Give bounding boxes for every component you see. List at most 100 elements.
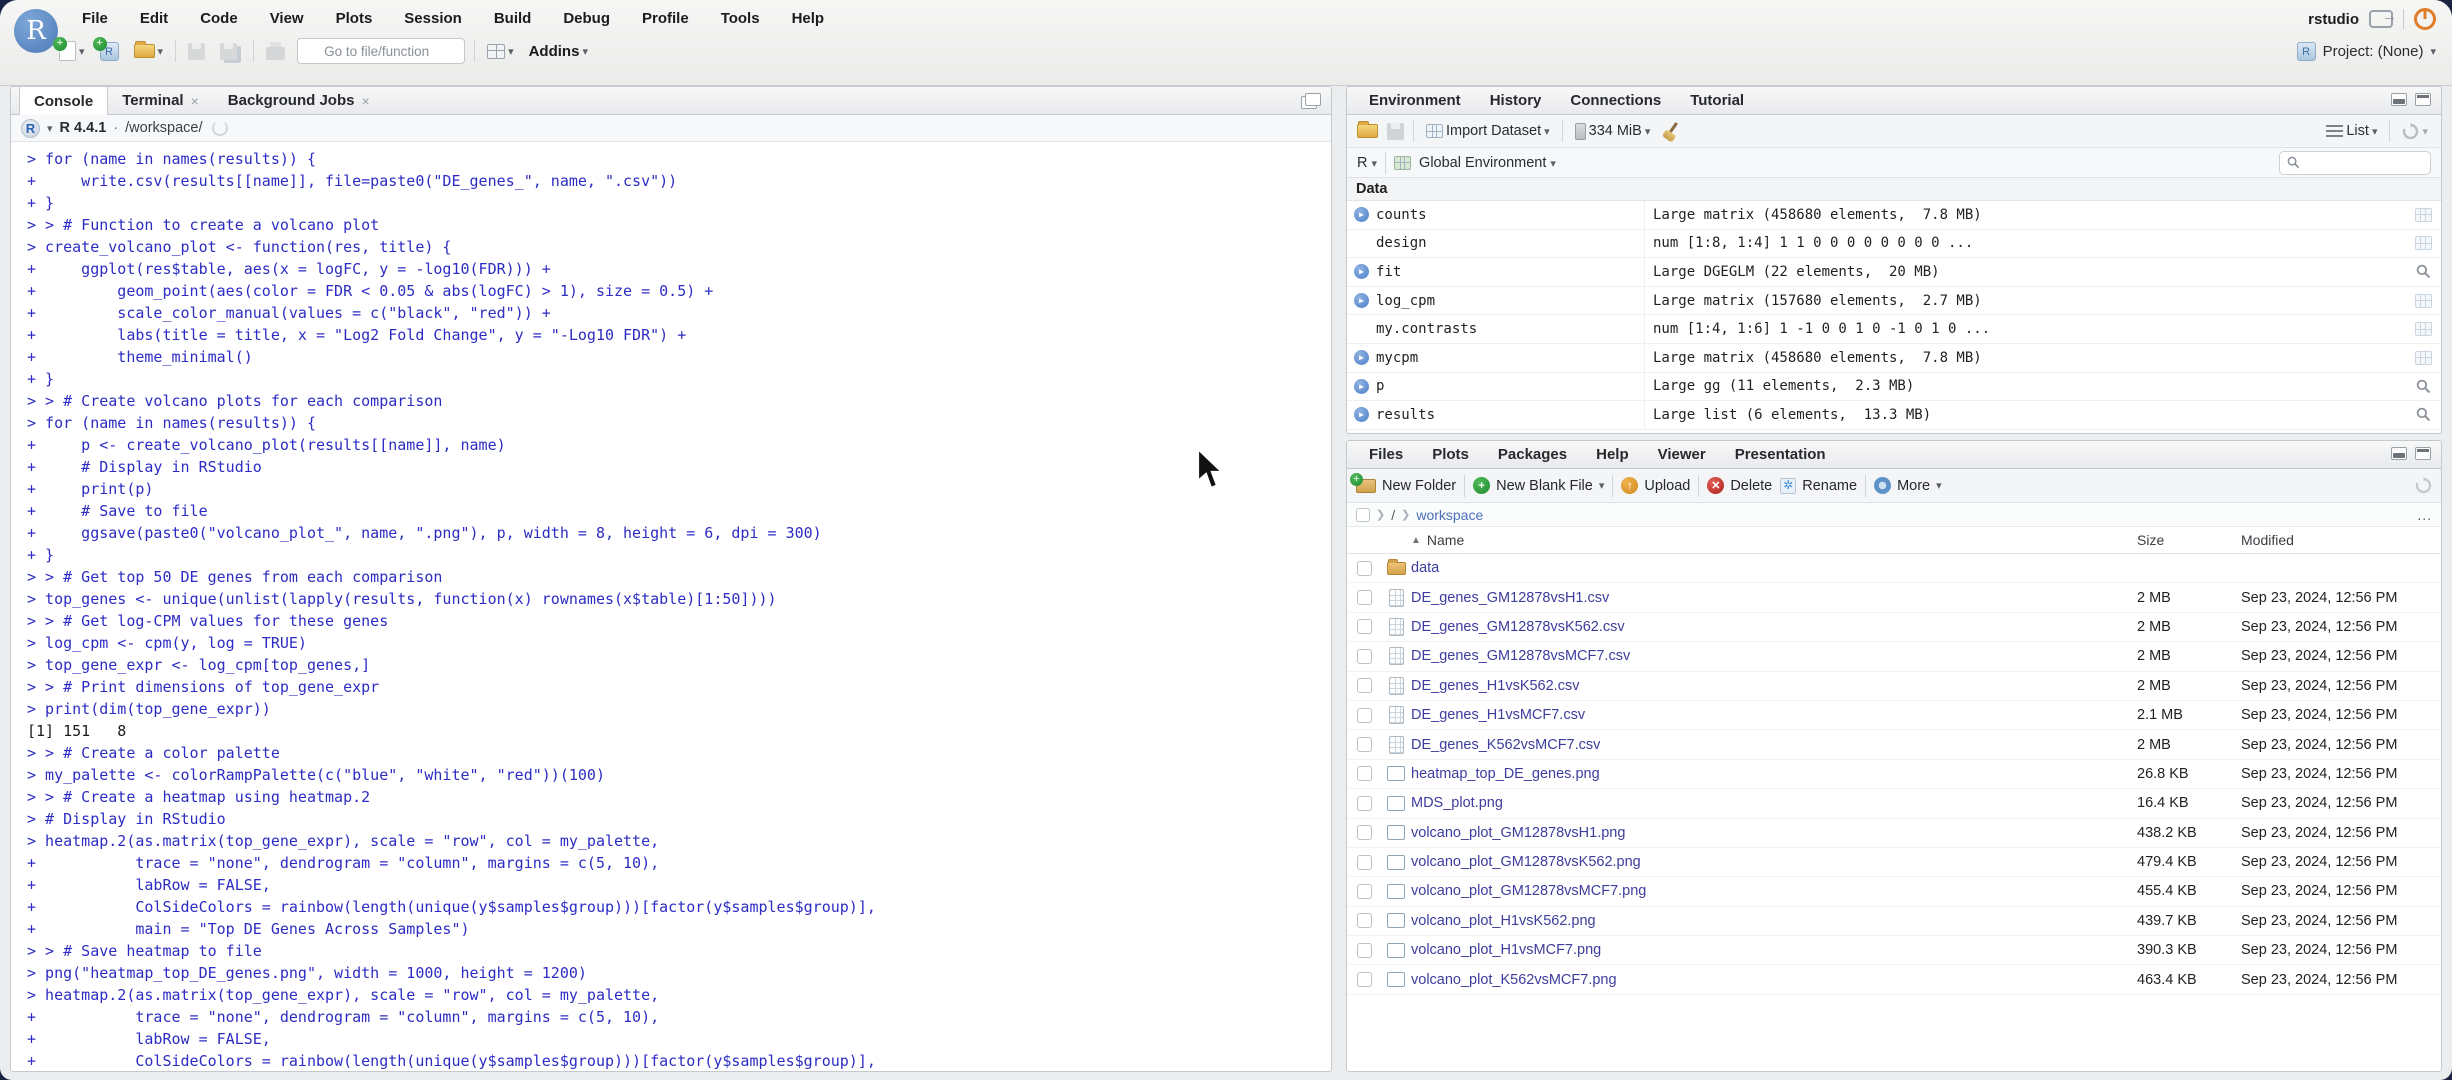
file-name-link[interactable]: DE_genes_GM12878vsMCF7.csv <box>1411 648 2137 664</box>
files-pane-tab[interactable]: Viewer <box>1644 441 1721 468</box>
inspect-object-icon[interactable] <box>2416 264 2431 279</box>
addins-button[interactable]: Addins ▾ <box>526 41 591 62</box>
environment-object-row[interactable]: ▶ results Large list (6 elements, 13.3 M… <box>1347 401 2441 430</box>
file-row[interactable]: DE_genes_GM12878vsK562.csv 2 MB Sep 23, … <box>1347 613 2441 643</box>
environment-object-row[interactable]: ▶ my.contrasts num [1:4, 1:6] 1 -1 0 0 1… <box>1347 315 2441 344</box>
list-view-button[interactable]: List ▾ <box>2323 121 2380 141</box>
file-row[interactable]: MDS_plot.png 16.4 KB Sep 23, 2024, 12:56… <box>1347 789 2441 819</box>
maximize-pane-icon[interactable] <box>1305 93 1321 106</box>
file-name-link[interactable]: heatmap_top_DE_genes.png <box>1411 766 2137 782</box>
menu-item[interactable]: Tools <box>705 10 776 27</box>
language-selector[interactable]: R ▾ <box>1357 155 1377 171</box>
file-checkbox[interactable] <box>1356 913 1372 929</box>
file-checkbox[interactable] <box>1356 766 1372 782</box>
file-row[interactable]: volcano_plot_GM12878vsH1.png 438.2 KB Se… <box>1347 819 2441 848</box>
save-button[interactable] <box>185 41 208 62</box>
file-checkbox[interactable] <box>1356 972 1372 988</box>
new-folder-button[interactable]: New Folder <box>1350 472 1456 494</box>
environment-pane-tab[interactable]: Connections <box>1556 87 1676 114</box>
expand-arrow-icon[interactable]: ▶ <box>1354 350 1369 366</box>
restore-pane-icon[interactable] <box>2415 447 2431 460</box>
refresh-icon[interactable] <box>2415 477 2432 494</box>
file-row[interactable]: volcano_plot_H1vsMCF7.png 390.3 KB Sep 2… <box>1347 936 2441 966</box>
file-row[interactable]: DE_genes_H1vsMCF7.csv 2.1 MB Sep 23, 202… <box>1347 701 2441 731</box>
project-selector[interactable]: R Project: (None) ▾ <box>2296 42 2436 61</box>
menu-item[interactable]: Plots <box>320 10 389 27</box>
goto-file-input[interactable] <box>324 43 443 59</box>
import-dataset-button[interactable]: Import Dataset ▾ <box>1423 121 1553 141</box>
goto-file-search[interactable] <box>297 38 466 64</box>
file-row[interactable]: DE_genes_GM12878vsH1.csv 2 MB Sep 23, 20… <box>1347 583 2441 613</box>
file-row[interactable]: data <box>1347 554 2441 584</box>
file-row[interactable]: volcano_plot_GM12878vsK562.png 479.4 KB … <box>1347 848 2441 878</box>
rename-button[interactable]: Rename <box>1780 477 1857 494</box>
file-checkbox[interactable] <box>1356 883 1372 899</box>
upload-button[interactable]: ↑ Upload <box>1621 477 1690 494</box>
menu-item[interactable]: Code <box>184 10 254 27</box>
restore-pane-icon[interactable] <box>2415 93 2431 106</box>
view-table-icon[interactable] <box>2414 207 2432 222</box>
file-name-link[interactable]: DE_genes_H1vsK562.csv <box>1411 678 2137 694</box>
menu-item[interactable]: Edit <box>124 10 184 27</box>
column-header-modified[interactable]: Modified <box>2241 532 2441 548</box>
breadcrumb-more-button[interactable]: ... <box>2417 507 2432 523</box>
environment-object-row[interactable]: ▶ fit Large DGEGLM (22 elements, 20 MB) <box>1347 258 2441 287</box>
file-checkbox[interactable] <box>1356 590 1372 606</box>
file-row[interactable]: volcano_plot_GM12878vsMCF7.png 455.4 KB … <box>1347 877 2441 907</box>
file-name-link[interactable]: volcano_plot_H1vsMCF7.png <box>1411 942 2137 958</box>
menu-item[interactable]: View <box>254 10 320 27</box>
menu-item[interactable]: Session <box>388 10 478 27</box>
save-all-button[interactable] <box>217 41 244 62</box>
environment-object-row[interactable]: ▶ log_cpm Large matrix (157680 elements,… <box>1347 286 2441 316</box>
delete-button[interactable]: ✕ Delete <box>1707 477 1772 494</box>
environment-pane-tab[interactable]: Environment <box>1355 87 1476 114</box>
new-blank-file-button[interactable]: + New Blank File ▾ <box>1473 477 1604 494</box>
menu-item[interactable]: Debug <box>547 10 626 27</box>
files-pane-tab[interactable]: Help <box>1582 441 1644 468</box>
environment-object-row[interactable]: ▶ mycpm Large matrix (458680 elements, 7… <box>1347 343 2441 373</box>
console-output[interactable]: > for (name in names(results)) { + write… <box>11 142 1331 1071</box>
console-pane-tab[interactable]: Background Jobs × <box>214 87 385 114</box>
menu-item[interactable]: Build <box>478 10 548 27</box>
file-checkbox[interactable] <box>1356 707 1372 723</box>
file-checkbox[interactable] <box>1356 795 1372 811</box>
save-workspace-icon[interactable] <box>1387 122 1404 140</box>
environment-object-row[interactable]: ▶ counts Large matrix (458680 elements, … <box>1347 201 2441 230</box>
refresh-button[interactable]: ▾ <box>2399 121 2431 142</box>
expand-arrow-icon[interactable]: ▶ <box>1354 378 1369 394</box>
file-name-link[interactable]: MDS_plot.png <box>1411 795 2137 811</box>
view-table-icon[interactable] <box>2414 350 2432 365</box>
file-row[interactable]: DE_genes_H1vsK562.csv 2 MB Sep 23, 2024,… <box>1347 672 2441 701</box>
file-checkbox[interactable] <box>1356 737 1372 753</box>
file-row[interactable]: DE_genes_GM12878vsMCF7.csv 2 MB Sep 23, … <box>1347 642 2441 672</box>
more-button[interactable]: More ▾ <box>1874 477 1942 494</box>
files-pane-tab[interactable]: Packages <box>1484 441 1582 468</box>
minimize-pane-icon[interactable] <box>2391 447 2407 460</box>
file-row[interactable]: DE_genes_K562vsMCF7.csv 2 MB Sep 23, 202… <box>1347 730 2441 760</box>
inspect-object-icon[interactable] <box>2416 407 2431 422</box>
environment-search-input[interactable] <box>2305 155 2423 170</box>
expand-arrow-icon[interactable]: ▶ <box>1354 407 1369 423</box>
open-file-button[interactable]: ▾ <box>131 41 167 60</box>
expand-arrow-icon[interactable]: ▶ <box>1354 264 1369 280</box>
file-checkbox[interactable] <box>1356 619 1372 635</box>
close-icon[interactable]: × <box>191 93 199 109</box>
file-checkbox[interactable] <box>1356 678 1372 694</box>
breadcrumb-root[interactable]: / <box>1391 507 1395 523</box>
view-table-icon[interactable] <box>2414 293 2432 308</box>
inspect-object-icon[interactable] <box>2416 379 2431 394</box>
file-name-link[interactable]: DE_genes_GM12878vsK562.csv <box>1411 619 2137 635</box>
minimize-pane-icon[interactable] <box>2391 93 2407 106</box>
file-name-link[interactable]: DE_genes_H1vsMCF7.csv <box>1411 707 2137 723</box>
file-name-link[interactable]: volcano_plot_H1vsK562.png <box>1411 913 2137 929</box>
file-name-link[interactable]: volcano_plot_GM12878vsMCF7.png <box>1411 883 2137 899</box>
memory-usage-button[interactable]: 334 MiB ▾ <box>1572 121 1654 142</box>
new-project-button[interactable]: R <box>92 36 122 63</box>
console-pane-tab[interactable]: Terminal × <box>108 87 214 114</box>
files-pane-tab[interactable]: Presentation <box>1721 441 1841 468</box>
close-icon[interactable]: × <box>361 93 369 109</box>
expand-arrow-icon[interactable]: ▶ <box>1354 207 1369 223</box>
files-pane-tab[interactable]: Files <box>1355 441 1418 468</box>
column-header-name[interactable]: ▲ Name <box>1347 532 2137 548</box>
file-row[interactable]: volcano_plot_H1vsK562.png 439.7 KB Sep 2… <box>1347 907 2441 937</box>
